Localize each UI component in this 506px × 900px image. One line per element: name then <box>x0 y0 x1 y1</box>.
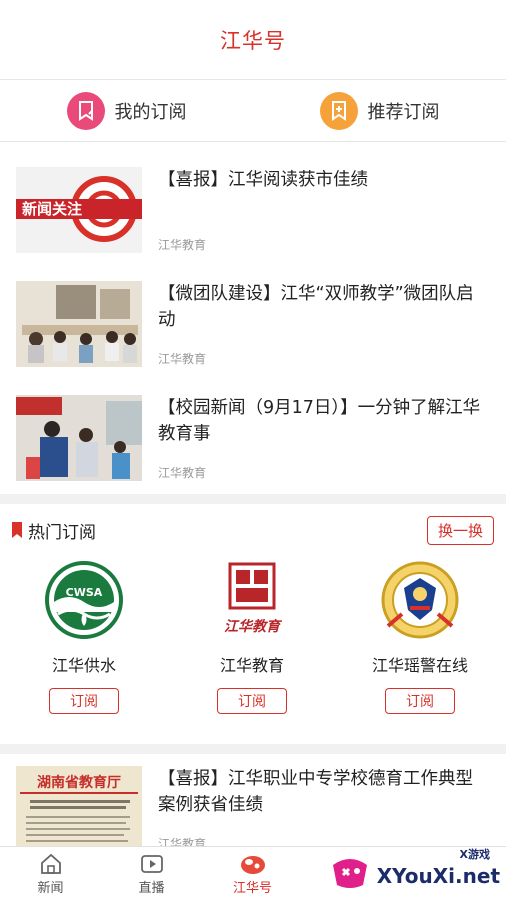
subscription-row: 我的订阅 推荐订阅 <box>0 80 506 142</box>
news-item[interactable]: 【微团队建设】江华“双师教学”微团队启动 江华教育 <box>16 256 490 370</box>
news-source: 江华教育 <box>158 352 207 366</box>
subscribe-button[interactable]: 订阅 <box>385 688 455 714</box>
news-item[interactable]: 新闻关注 【喜报】江华阅读获市佳绩 江华教育 <box>16 142 490 256</box>
news-source: 江华教育 <box>158 466 207 480</box>
tab-jianghua[interactable]: 江华号 <box>202 847 303 900</box>
education-logo: 江华教育 <box>212 560 292 640</box>
bookmark-add-icon <box>319 91 358 130</box>
news-thumbnail <box>16 281 142 367</box>
hot-item[interactable]: CWSA 江华供水 订阅 <box>0 556 168 714</box>
watermark-logo <box>327 851 373 891</box>
news-source: 江华教育 <box>158 238 207 252</box>
watermark-text: XYouXi.net <box>376 864 500 888</box>
my-subscriptions-label: 我的订阅 <box>114 101 187 123</box>
news-title: 【微团队建设】江华“双师教学”微团队启动 <box>158 284 474 330</box>
news-title: 【喜报】江华职业中专学校德育工作典型案例获省佳绩 <box>158 769 473 815</box>
news-thumbnail: 新闻关注 <box>16 167 142 253</box>
tab-live[interactable]: 直播 <box>101 847 202 900</box>
refresh-button[interactable]: 换一换 <box>426 515 494 545</box>
page: 江华号 我的订阅 推荐订阅 新闻关注 【喜报】江华阅读获市佳绩 江华教育 【微团… <box>0 0 506 900</box>
title-bar: 江华号 <box>0 0 506 80</box>
watermark-small: X游戏 <box>459 848 490 861</box>
hot-item-name: 江华供水 <box>51 656 116 675</box>
tab-label: 江华号 <box>232 881 272 896</box>
tab-news[interactable]: 新闻 <box>0 847 101 900</box>
recommended-subscriptions-label: 推荐订阅 <box>367 101 440 123</box>
my-subscriptions-button[interactable]: 我的订阅 <box>0 80 253 141</box>
news-thumbnail: 湖南省教育厅 <box>16 766 142 852</box>
page-title: 江华号 <box>220 28 286 53</box>
recommended-subscriptions-button[interactable]: 推荐订阅 <box>253 80 506 141</box>
news-list: 新闻关注 【喜报】江华阅读获市佳绩 江华教育 【微团队建设】江华“双师教学”微团… <box>0 142 506 484</box>
bookmark-icon <box>66 91 105 130</box>
play-icon <box>140 855 163 873</box>
watermark: XYouXi.net X游戏 <box>327 846 500 896</box>
hot-title: 热门订阅 <box>28 522 96 543</box>
flag-icon <box>12 522 22 538</box>
thumb-header: 湖南省教育厅 <box>37 775 121 791</box>
news-thumbnail <box>16 395 142 481</box>
thumb-text: 新闻关注 <box>22 200 83 218</box>
section-divider <box>0 744 506 754</box>
logo-text: 江华教育 <box>224 619 280 635</box>
news-title: 【校园新闻（9月17日）】一分钟了解江华教育事 <box>158 398 481 444</box>
water-logo: CWSA <box>44 560 124 640</box>
jianghua-icon <box>240 856 265 874</box>
police-logo <box>380 560 460 640</box>
subscribe-button[interactable]: 订阅 <box>217 688 287 714</box>
news-title: 【喜报】江华阅读获市佳绩 <box>158 170 368 190</box>
tab-label: 新闻 <box>37 881 64 896</box>
logo-text: CWSA <box>65 586 103 599</box>
subscribe-button[interactable]: 订阅 <box>49 688 119 714</box>
section-divider <box>0 494 506 504</box>
hot-subscriptions: 热门订阅 换一换 CWSA 江华供水 订阅 江华教育 江华教育 订阅 江华瑶警在… <box>0 504 506 744</box>
tab-label: 直播 <box>138 881 165 896</box>
home-icon <box>40 853 61 874</box>
hot-item[interactable]: 江华瑶警在线 订阅 <box>336 556 504 714</box>
hot-item-name: 江华教育 <box>219 656 284 675</box>
news-item[interactable]: 【校园新闻（9月17日）】一分钟了解江华教育事 江华教育 <box>16 370 490 484</box>
hot-item[interactable]: 江华教育 江华教育 订阅 <box>168 556 336 714</box>
hot-item-name: 江华瑶警在线 <box>371 656 468 675</box>
